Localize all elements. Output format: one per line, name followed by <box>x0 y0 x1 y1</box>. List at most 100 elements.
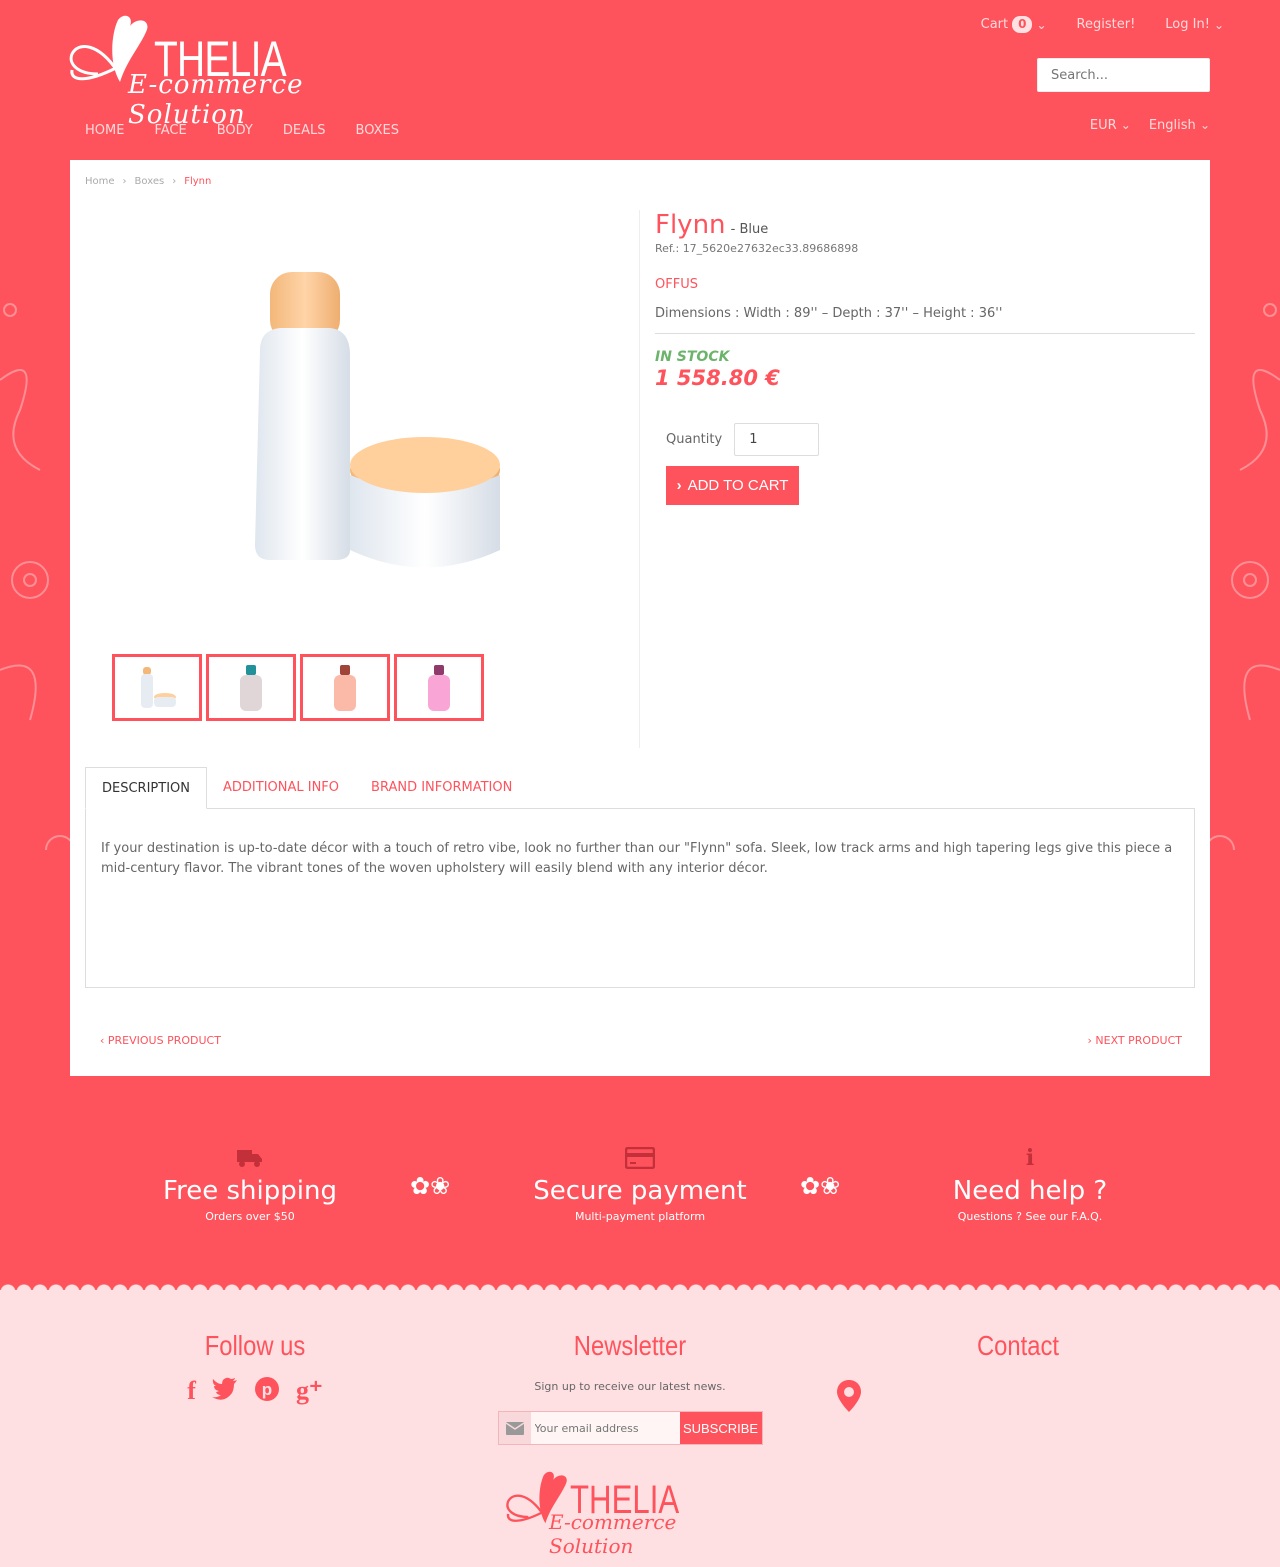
footer-logo-tagline: E-commerce Solution <box>549 1510 677 1558</box>
newsletter-form: SUBSCRIBE <box>497 1411 763 1445</box>
feature-title: Secure payment <box>533 1176 747 1206</box>
logo-tagline: E-commerce Solution <box>128 70 304 130</box>
feature-title: Need help ? <box>952 1176 1108 1206</box>
product-info: Flynn - Blue Ref.: 17_5620e27632ec33.896… <box>655 210 1195 505</box>
newsletter-text: Sign up to receive our latest news. <box>534 1380 726 1393</box>
tab-brand-information[interactable]: BRAND INFORMATION <box>355 767 528 809</box>
nav-item-deals[interactable]: DEALS <box>283 123 326 138</box>
feature-free-shipping: Free shipping Orders over $50 <box>100 1140 400 1223</box>
cart-link[interactable]: Cart 0 ⌄ <box>981 16 1047 33</box>
flower-decoration-icon: ✿❀ <box>410 1172 451 1200</box>
footer-logo[interactable]: THELIA E-commerce Solution <box>505 1468 765 1558</box>
quantity-row: Quantity <box>666 423 1195 456</box>
feature-need-help: i Need help ? Questions ? See our F.A.Q. <box>880 1140 1180 1223</box>
language-label: English <box>1148 118 1196 133</box>
account-links: Cart 0 ⌄ Register! Log In! ⌄ <box>981 16 1224 33</box>
thumbnail-3[interactable] <box>300 654 390 721</box>
site-header: THELIA E-commerce Solution Cart 0 ⌄ Regi… <box>0 0 1280 160</box>
feature-subtitle: Orders over $50 <box>205 1210 295 1223</box>
feature-subtitle[interactable]: Questions ? See our F.A.Q. <box>880 1210 1180 1223</box>
product-main-image[interactable] <box>225 260 505 590</box>
thumbnail-2[interactable] <box>206 654 296 721</box>
nav-item-home[interactable]: HOME <box>85 123 124 138</box>
language-selector[interactable]: English ⌄ <box>1149 118 1210 133</box>
quantity-label: Quantity <box>666 432 723 447</box>
envelope-icon <box>498 1412 531 1444</box>
previous-product-link[interactable]: ‹ PREVIOUS PRODUCT <box>100 1034 221 1047</box>
thumb-bottle-peach-image <box>334 664 356 711</box>
thumbnail-4[interactable] <box>394 654 484 721</box>
breadcrumb-home[interactable]: Home <box>85 176 115 187</box>
newsletter-section: Newsletter Sign up to receive our latest… <box>480 1330 780 1445</box>
currency-label: EUR <box>1089 118 1117 133</box>
follow-us-title: Follow us <box>204 1330 306 1361</box>
feature-subtitle: Multi-payment platform <box>574 1210 706 1223</box>
twitter-icon[interactable] <box>211 1376 238 1400</box>
search-input[interactable] <box>1037 58 1210 92</box>
thelia-logo[interactable]: THELIA E-commerce Solution <box>68 12 403 130</box>
thumbnail-1[interactable] <box>112 654 202 721</box>
map-marker-icon <box>837 1380 861 1412</box>
contact-section: Contact <box>868 1330 1168 1362</box>
next-product-label: NEXT PRODUCT <box>1095 1034 1182 1047</box>
nav-item-boxes[interactable]: BOXES <box>356 123 399 138</box>
quantity-input[interactable] <box>734 423 820 456</box>
cart-label: Cart <box>980 17 1009 32</box>
product-gallery <box>85 210 640 748</box>
login-link[interactable]: Log In! ⌄ <box>1165 16 1224 33</box>
nav-item-face[interactable]: FACE <box>154 123 186 138</box>
truck-icon <box>100 1140 400 1176</box>
product-title: Flynn <box>655 210 726 240</box>
breadcrumb: Home › Boxes › Flynn <box>85 176 211 187</box>
chevron-down-icon: ⌄ <box>1120 118 1131 132</box>
pinterest-icon[interactable]: p <box>254 1376 280 1402</box>
breadcrumb-boxes[interactable]: Boxes <box>135 176 165 187</box>
thumb-bottle-teal-image <box>240 664 262 711</box>
locale-switchers: EUR ⌄ English ⌄ <box>1090 118 1210 133</box>
description-panel: If your destination is up-to-date décor … <box>85 808 1195 988</box>
subscribe-button[interactable]: SUBSCRIBE <box>679 1412 762 1444</box>
product-ref: Ref.: 17_5620e27632ec33.89686898 <box>655 242 859 255</box>
product-variant: - Blue <box>730 222 769 237</box>
thumb-bottle-pink-image <box>428 664 450 711</box>
thumbnail-strip <box>112 654 484 721</box>
login-label: Log In! <box>1165 17 1210 32</box>
feature-secure-payment: Secure payment Multi-payment platform <box>490 1140 790 1223</box>
floral-decoration-left <box>0 303 70 850</box>
previous-product-label: PREVIOUS PRODUCT <box>107 1034 221 1047</box>
product-dimensions: Dimensions : Width : 89'' – Depth : 37''… <box>655 306 1195 334</box>
main-nav: HOME FACE BODY DEALS BOXES <box>85 123 399 138</box>
facebook-icon[interactable]: f <box>187 1376 196 1406</box>
svg-text:p: p <box>262 1380 272 1399</box>
site-footer: Follow us f p g⁺ Newsletter Sign up to r… <box>0 1290 1280 1567</box>
next-product-link[interactable]: › NEXT PRODUCT <box>1088 1034 1183 1047</box>
flower-decoration-icon: ✿❀ <box>800 1172 841 1200</box>
info-icon: i <box>1025 1145 1035 1171</box>
cart-count-badge: 0 <box>1012 16 1033 33</box>
add-to-cart-button[interactable]: › ADD TO CART <box>666 466 799 505</box>
thumb-bottle-jar-image <box>141 666 176 708</box>
newsletter-email-input[interactable] <box>530 1412 680 1444</box>
chevron-down-icon: ⌄ <box>1036 17 1047 32</box>
features-band: Free shipping Orders over $50 ✿❀ Secure … <box>0 1140 1280 1240</box>
tab-description[interactable]: DESCRIPTION <box>85 767 207 809</box>
social-links: f p g⁺ <box>105 1376 405 1406</box>
chevron-right-icon: › <box>172 176 177 187</box>
follow-us-section: Follow us f p g⁺ <box>105 1330 405 1406</box>
product-brand[interactable]: OFFUS <box>655 277 1195 292</box>
register-link[interactable]: Register! <box>1077 16 1136 33</box>
newsletter-title: Newsletter <box>573 1330 687 1361</box>
tab-additional-info[interactable]: ADDITIONAL INFO <box>207 767 355 809</box>
google-plus-icon[interactable]: g⁺ <box>296 1376 323 1406</box>
nav-item-body[interactable]: BODY <box>217 123 253 138</box>
contact-title: Contact <box>976 1330 1060 1361</box>
description-text: If your destination is up-to-date décor … <box>101 841 1173 876</box>
stock-status: IN STOCK <box>655 349 730 365</box>
chevron-right-icon: › <box>676 477 682 494</box>
product-tabs: DESCRIPTION ADDITIONAL INFO BRAND INFORM… <box>85 767 528 809</box>
floral-decoration-right <box>1210 303 1280 850</box>
add-to-cart-label: ADD TO CART <box>687 477 789 494</box>
currency-selector[interactable]: EUR ⌄ <box>1090 118 1131 133</box>
breadcrumb-current: Flynn <box>184 176 212 187</box>
product-page: Home › Boxes › Flynn Flynn - Blue Ref.: … <box>70 160 1210 1076</box>
